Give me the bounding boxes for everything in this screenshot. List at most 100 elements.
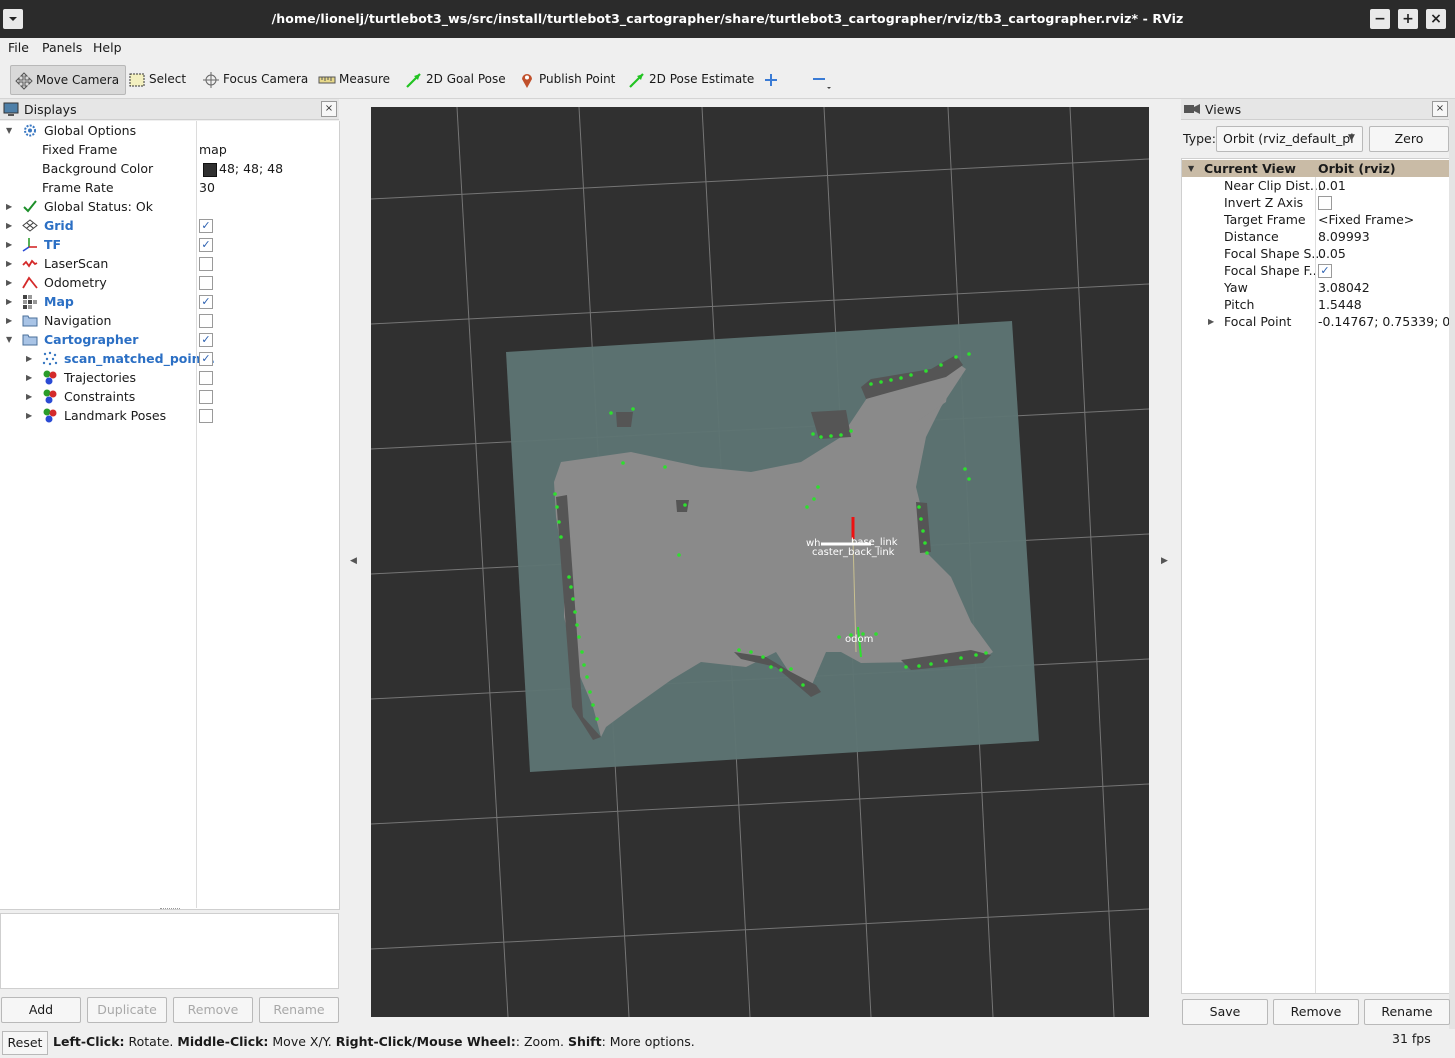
view-prop-focal-shape-fixed[interactable]: Focal Shape F... ✓ [1182,262,1450,279]
view-prop-target-frame[interactable]: Target Frame <Fixed Frame> [1182,211,1450,228]
splitter-handle[interactable] [160,908,180,912]
chevron-down-icon[interactable]: ▼ [6,330,12,349]
checkbox-scan-matched-points[interactable]: ✓ [199,352,213,366]
chevron-right-icon[interactable]: ▶ [6,235,12,254]
view-type-select[interactable]: Orbit (rviz_default_pl ▼ [1216,126,1363,152]
tree-row-fixed-frame[interactable]: Fixed Frame map [0,140,339,159]
select-icon [129,73,145,86]
collapse-left-icon[interactable]: ◀ [350,556,357,566]
column-divider[interactable] [196,121,197,908]
tool-2d-goal-pose[interactable]: 2D Goal Pose [405,65,506,93]
odometry-icon [22,276,38,289]
tree-row-odometry[interactable]: ▶ Odometry [0,273,339,292]
views-panel-header: Views × [1181,99,1449,120]
background-color-value[interactable]: 48; 48; 48 [219,159,283,178]
view-prop-yaw[interactable]: Yaw 3.08042 [1182,279,1450,296]
minimize-icon[interactable]: − [1370,9,1390,29]
view-prop-focal-shape-size[interactable]: Focal Shape S... 0.05 [1182,245,1450,262]
checkbox-landmark-poses[interactable] [199,409,213,423]
tree-row-cartographer[interactable]: ▼ Cartographer ✓ [0,330,339,349]
minus-icon[interactable] [811,65,836,93]
checkbox-odometry[interactable] [199,276,213,290]
focal-shape-fixed-checkbox[interactable]: ✓ [1318,264,1332,278]
add-display-button[interactable]: Add [1,997,81,1023]
plus-icon[interactable] [763,65,782,93]
duplicate-display-button[interactable]: Duplicate [87,997,167,1023]
rename-view-button[interactable]: Rename [1364,999,1450,1025]
close-icon[interactable]: × [321,101,337,117]
checkbox-constraints[interactable] [199,390,213,404]
menu-file[interactable]: File [8,40,29,55]
chevron-right-icon[interactable]: ▶ [6,254,12,273]
chevron-down-icon[interactable]: ▼ [1188,160,1194,177]
tool-measure[interactable]: Measure [318,65,390,93]
zero-button[interactable]: Zero [1369,126,1449,152]
marker-array-icon [43,389,57,404]
tool-publish-point[interactable]: Publish Point [518,65,615,93]
menu-panels[interactable]: Panels [42,40,82,55]
tf-axes-icon [22,238,37,252]
collapse-right-icon[interactable]: ▶ [1161,556,1168,566]
chevron-right-icon[interactable]: ▶ [26,368,32,387]
view-prop-focal-point[interactable]: ▶ Focal Point -0.14767; 0.75339; 0.... [1182,313,1450,330]
tool-select[interactable]: Select [128,65,186,93]
tool-move-camera[interactable]: Move Camera [10,65,126,95]
close-icon[interactable]: × [1432,101,1448,117]
chevron-right-icon[interactable]: ▶ [6,292,12,311]
chevron-right-icon[interactable]: ▶ [6,311,12,330]
checkbox-trajectories[interactable] [199,371,213,385]
tree-row-constraints[interactable]: ▶ Constraints [0,387,339,406]
chevron-right-icon[interactable]: ▶ [26,349,32,368]
chevron-right-icon[interactable]: ▶ [6,273,12,292]
chevron-right-icon[interactable]: ▶ [6,216,12,235]
chevron-right-icon[interactable]: ▶ [26,387,32,406]
remove-view-button[interactable]: Remove [1273,999,1359,1025]
tree-row-laserscan[interactable]: ▶ LaserScan [0,254,339,273]
focus-camera-icon [203,71,219,88]
close-icon[interactable]: × [1426,9,1446,29]
view-prop-invert-z[interactable]: Invert Z Axis [1182,194,1450,211]
checkbox-cartographer[interactable]: ✓ [199,333,213,347]
tree-row-navigation[interactable]: ▶ Navigation [0,311,339,330]
chevron-right-icon[interactable]: ▶ [6,197,12,216]
tree-row-global-options[interactable]: ▼ Global Options [0,121,339,140]
chevron-down-icon[interactable]: ▼ [6,121,12,140]
reset-button[interactable]: Reset [2,1031,48,1055]
scene-canvas[interactable]: wh base_link caster_back_link odom [371,107,1149,1017]
tree-row-tf[interactable]: ▶ TF ✓ [0,235,339,254]
current-view-header[interactable]: ▼ Current View Orbit (rviz) [1182,160,1450,177]
view-prop-pitch[interactable]: Pitch 1.5448 [1182,296,1450,313]
tree-row-global-status[interactable]: ▶ Global Status: Ok [0,197,339,216]
goal-arrow-icon [406,72,421,88]
invert-z-checkbox[interactable] [1318,196,1332,210]
checkbox-grid[interactable]: ✓ [199,219,213,233]
maximize-icon[interactable]: + [1398,9,1418,29]
tree-row-background-color[interactable]: Background Color 48; 48; 48 [0,159,339,178]
chevron-right-icon[interactable]: ▶ [1208,313,1214,330]
tool-2d-pose-estimate[interactable]: 2D Pose Estimate [628,65,754,93]
tree-row-frame-rate[interactable]: Frame Rate 30 [0,178,339,197]
frame-rate-value[interactable]: 30 [199,178,215,197]
right-edge-scrollbar[interactable] [1449,99,1455,1029]
checkbox-laserscan[interactable] [199,257,213,271]
tree-row-grid[interactable]: ▶ Grid ✓ [0,216,339,235]
fixed-frame-value[interactable]: map [199,140,227,159]
checkbox-navigation[interactable] [199,314,213,328]
menu-help[interactable]: Help [93,40,122,55]
tree-row-trajectories[interactable]: ▶ Trajectories [0,368,339,387]
chevron-right-icon[interactable]: ▶ [26,406,32,425]
tree-row-landmark-poses[interactable]: ▶ Landmark Poses [0,406,339,425]
tree-row-map[interactable]: ▶ Map ✓ [0,292,339,311]
save-view-button[interactable]: Save [1182,999,1268,1025]
color-swatch[interactable] [203,163,217,177]
rename-display-button[interactable]: Rename [259,997,339,1023]
tool-focus-camera[interactable]: Focus Camera [202,65,308,93]
column-divider[interactable] [1315,177,1316,993]
checkbox-map[interactable]: ✓ [199,295,213,309]
tree-row-scan-matched-points[interactable]: ▶ scan_matched_poin... ✓ [0,349,339,368]
render-viewport[interactable]: wh base_link caster_back_link odom [371,107,1149,1017]
view-prop-near-clip[interactable]: Near Clip Dist... 0.01 [1182,177,1450,194]
checkbox-tf[interactable]: ✓ [199,238,213,252]
remove-display-button[interactable]: Remove [173,997,253,1023]
view-prop-distance[interactable]: Distance 8.09993 [1182,228,1450,245]
